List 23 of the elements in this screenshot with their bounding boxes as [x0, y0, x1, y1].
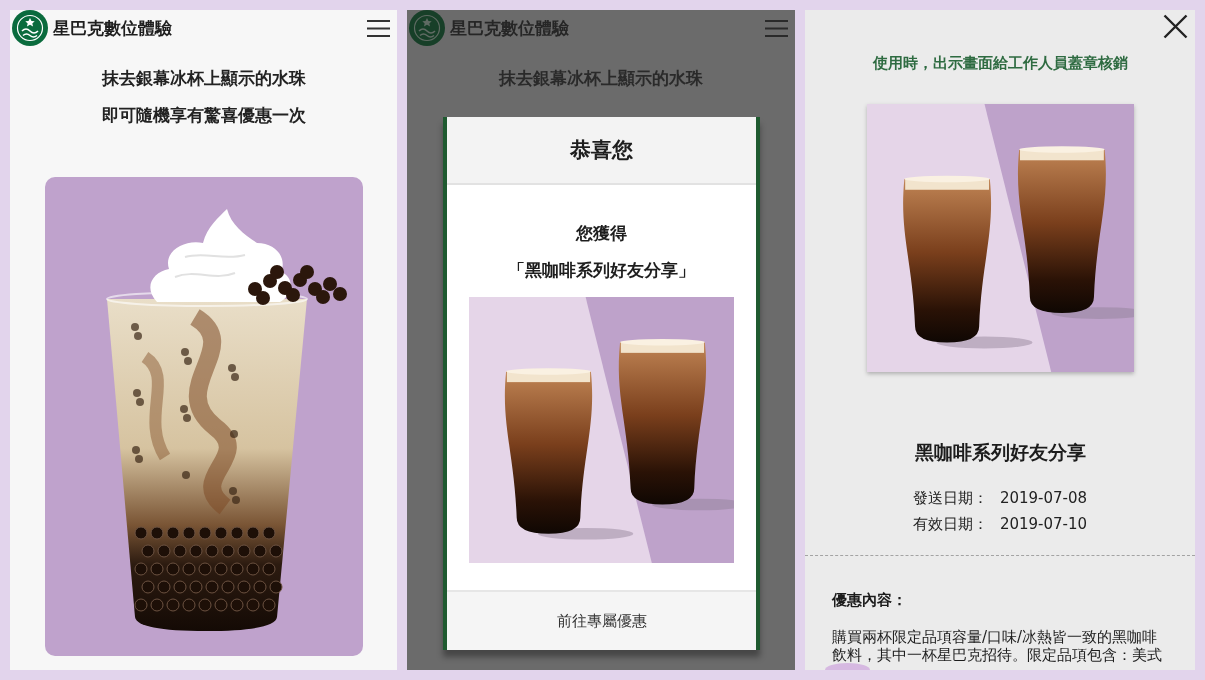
circle-edge-icon: [825, 663, 870, 670]
date-value: 2019-07-08: [999, 488, 1088, 509]
instruction-text: 即可隨機享有驚喜優惠一次: [101, 104, 306, 127]
instruction-text: 抹去銀幕冰杯上顯示的水珠: [499, 67, 703, 90]
instruction-text: 抹去銀幕冰杯上顯示的水珠: [101, 67, 306, 90]
prize-name: 「黑咖啡系列好友分享」: [508, 259, 695, 282]
close-icon: [1163, 14, 1188, 39]
date-label: 發送日期：: [912, 488, 988, 509]
close-button[interactable]: [1163, 14, 1188, 39]
date-label: 有效日期：: [912, 514, 988, 535]
menu-icon: [367, 19, 390, 37]
menu-icon: [765, 19, 788, 37]
dialog-title: 恭喜您: [570, 137, 633, 164]
menu-button[interactable]: [367, 19, 390, 37]
offer-button[interactable]: 前往專屬優惠: [447, 590, 756, 650]
details-heading: 優惠內容：: [832, 590, 908, 611]
app-title: 星巴克數位體驗: [53, 17, 173, 40]
details-text: 購買兩杯限定品項容量/口味/冰熱皆一致的黑咖啡飲料，其中一杯星巴克招待。限定品項包含：美式: [832, 628, 1163, 664]
usage-notice: 使用時，出示畫面給工作人員蓋章核銷: [871, 53, 1129, 74]
date-value: 2019-07-10: [999, 514, 1088, 535]
dialog-message: 您獲得: [576, 222, 627, 245]
app-title: 星巴克數位體驗: [450, 17, 570, 40]
coupon-title: 黑咖啡系列好友分享: [913, 440, 1087, 465]
